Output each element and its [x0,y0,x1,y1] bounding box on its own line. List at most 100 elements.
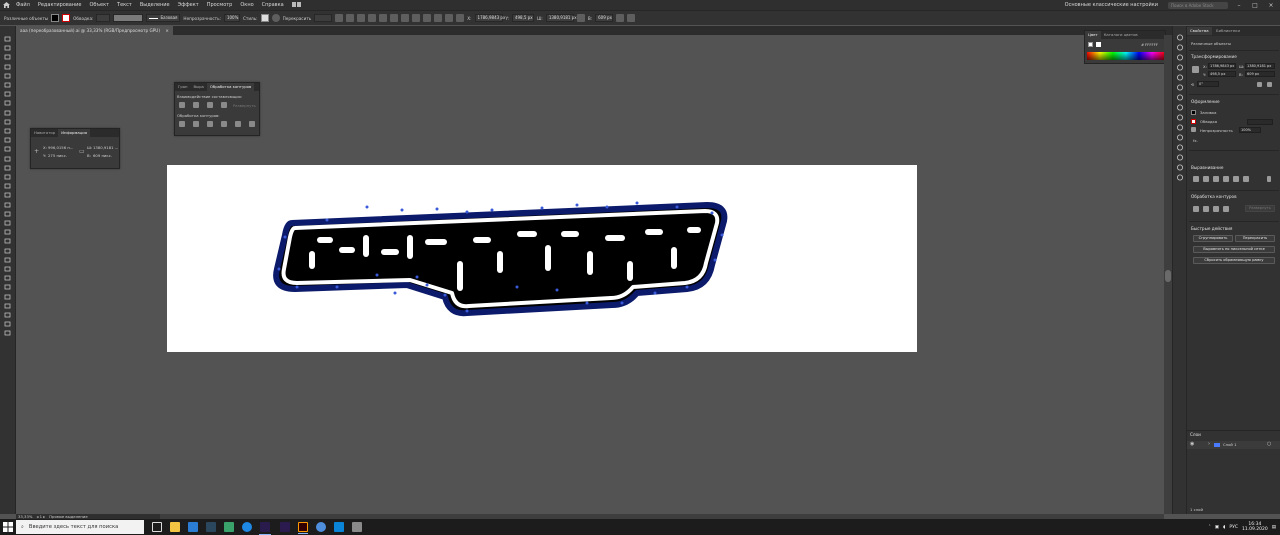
magic-wand-icon[interactable] [4,54,11,60]
mesh-tool-icon[interactable] [4,202,11,208]
intersect-icon[interactable] [207,102,213,108]
merge-icon[interactable] [207,121,213,127]
fill-swatch-small[interactable] [1191,110,1196,115]
zoom-tool-icon[interactable] [4,284,11,290]
swatches-icon[interactable] [1176,54,1184,61]
opacity-field[interactable]: 100% [1239,127,1261,133]
eyedropper-icon[interactable] [4,220,11,226]
close-tab-icon[interactable]: × [165,28,169,33]
task-view-icon[interactable] [152,522,162,532]
align-center-icon[interactable] [346,14,355,22]
hex-value[interactable]: FFFFFF [1145,42,1158,47]
draw-mode-icon[interactable] [4,312,11,318]
document-tab[interactable]: ааа (переобразованный).ai @ 33,33% (RGB/… [16,26,173,35]
tab-navigator[interactable]: Навигатор [31,129,58,137]
illustrator-icon[interactable] [298,522,308,534]
tp-w-field[interactable]: 1380,9181 px [1245,63,1275,69]
align-middle-icon[interactable] [379,14,388,22]
flip-vertical-icon[interactable] [1267,82,1272,87]
align-vcenter-icon[interactable] [1233,176,1239,182]
pen-tool-icon[interactable] [4,73,11,79]
crop-icon[interactable] [221,121,227,127]
align-right-icon[interactable] [357,14,366,22]
align-to-pixel-grid-button[interactable]: Выровнять по пиксельной сетке [1193,246,1275,253]
rotate-tool-icon[interactable] [4,146,11,152]
pf-intersect-icon[interactable] [1213,206,1219,212]
windows-start-icon[interactable] [3,522,13,532]
white-swatch[interactable] [1096,42,1101,47]
fill-stroke-icon[interactable] [4,294,11,300]
h-field[interactable]: 609 px [595,14,614,22]
x-field[interactable]: 1786,9843 px [474,14,505,22]
graphic-styles-icon[interactable] [1176,124,1184,131]
outline-icon[interactable] [235,121,241,127]
free-transform-icon[interactable] [4,174,11,180]
menu-effect[interactable]: Эффект [174,2,203,8]
tab-pathfinder[interactable]: Обработка контуров [206,83,255,91]
app-icon-blue[interactable] [242,522,252,532]
opacity-field[interactable]: 100% [223,14,240,22]
stock-search-input[interactable]: Поиск в Adobe Stock [1168,1,1228,9]
curvature-tool-icon[interactable] [4,82,11,88]
hand-tool-icon[interactable] [4,275,11,281]
unite-icon[interactable] [179,102,185,108]
align-top-icon[interactable] [368,14,377,22]
align-bottom-icon[interactable] [1243,176,1249,182]
screen-mode-icon[interactable] [4,321,11,327]
more-tools-icon[interactable] [4,330,11,336]
edge-icon[interactable] [188,522,198,532]
steam-icon[interactable] [206,522,216,532]
pf-expand-button[interactable]: Развернуть [1245,205,1275,212]
transparency-icon[interactable] [1176,104,1184,111]
selection-tool-icon[interactable] [4,36,11,42]
tp-h-field[interactable]: 609 px [1245,71,1275,77]
line-tool-icon[interactable] [4,100,11,106]
network-icon[interactable]: ▣ [1215,525,1219,530]
panel-menu-icon[interactable] [627,14,636,22]
trim-icon[interactable] [193,121,199,127]
shape-builder-icon[interactable] [4,183,11,189]
menu-object[interactable]: Объект [85,2,113,8]
align-bottom-icon[interactable] [390,14,399,22]
brushes-icon[interactable] [1176,64,1184,71]
artwork[interactable] [167,165,917,352]
pf-minus-front-icon[interactable] [1203,206,1209,212]
premiere-icon[interactable] [280,522,290,532]
symbols-icon[interactable] [1176,74,1184,81]
tray-chevron-icon[interactable]: ˄ [1208,525,1210,530]
tab-color[interactable]: Цвет [1085,31,1101,39]
after-effects-icon[interactable] [259,522,271,535]
volume-icon[interactable]: ◖ [1223,525,1225,530]
recolor-label[interactable]: Перекрасить [283,16,312,21]
workspace-switcher[interactable]: Основные классические настройки [1061,2,1162,8]
menu-view[interactable]: Просмотр [203,2,237,8]
recolor-button[interactable]: Перекрасить [1235,235,1275,242]
fill-stroke-mini-icon[interactable] [1088,42,1093,47]
artboard[interactable] [167,165,917,352]
notifications-icon[interactable]: ▤ [1272,525,1276,530]
tab-color-guide[interactable]: Каталоги цветов [1101,31,1141,39]
scale-tool-icon[interactable] [4,156,11,162]
type-tool-icon[interactable] [4,91,11,97]
distribute-center-icon[interactable] [445,14,454,22]
graphic-style-swatch[interactable] [260,14,269,22]
blend-tool-icon[interactable] [4,229,11,235]
align-more-icon[interactable] [1267,176,1271,182]
home-icon[interactable] [0,0,12,10]
align-hcenter-icon[interactable] [1203,176,1209,182]
menu-select[interactable]: Выделение [136,2,174,8]
tab-properties[interactable]: Свойства [1187,27,1212,35]
color-panel-icon[interactable] [1176,34,1184,41]
align-left-icon[interactable] [335,14,344,22]
expand-layer-icon[interactable]: › [1208,441,1210,447]
app-icon-green[interactable] [224,522,234,532]
close-icon[interactable]: × [1266,2,1276,9]
reference-point-icon[interactable] [456,14,465,22]
stroke-style-field[interactable]: Базовая [146,14,181,22]
flip-horizontal-icon[interactable] [1257,82,1262,87]
pf-exclude-icon[interactable] [1223,206,1229,212]
menu-type[interactable]: Текст [113,2,136,8]
target-icon[interactable]: ○ [1267,441,1271,447]
file-explorer-icon[interactable] [170,522,180,532]
lasso-icon[interactable] [4,64,11,70]
